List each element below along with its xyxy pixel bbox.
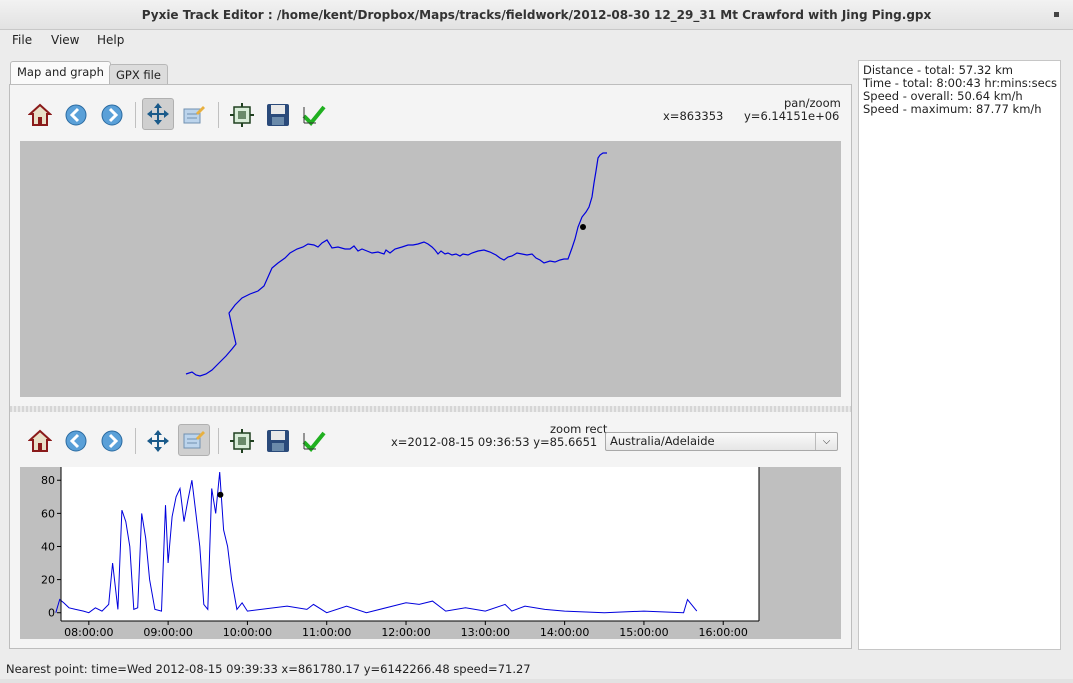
back-button[interactable]: [60, 425, 92, 457]
subplots-icon: [230, 103, 254, 127]
x-tick-label: 09:00:00: [143, 626, 192, 639]
speed-chart: 0 20 40 60 80 08:00:00 09:00:00 10:00:00 11:00:0…: [41, 467, 760, 639]
menu-view[interactable]: View: [51, 33, 79, 47]
tab-gpx-file[interactable]: GPX file: [109, 64, 168, 86]
y-tick-label: 60: [41, 507, 55, 520]
stat-speed-maximum: Speed - maximum: 87.77 km/h: [863, 102, 1042, 116]
y-tick-label: 0: [48, 607, 55, 620]
pan-button[interactable]: [142, 98, 174, 130]
map-x-readout: x=863353: [663, 109, 724, 123]
apply-button[interactable]: [298, 425, 330, 457]
checkmark-icon: [302, 431, 326, 452]
x-tick-label: 16:00:00: [699, 626, 748, 639]
move-icon: [147, 430, 169, 452]
home-icon: [28, 103, 52, 126]
toolbar-separator: [218, 428, 219, 454]
toolbar-separator: [135, 102, 136, 128]
window-title: Pyxie Track Editor : /home/kent/Dropbox/…: [141, 8, 932, 22]
tab-map-and-graph[interactable]: Map and graph: [10, 61, 111, 85]
arrow-right-icon: [101, 104, 123, 126]
home-icon: [28, 429, 52, 452]
floppy-disk-icon: [267, 104, 289, 126]
speed-graph-canvas[interactable]: 0 20 40 60 80 08:00:00 09:00:00 10:00:00 11:00:0…: [20, 467, 841, 639]
menu-help[interactable]: Help: [97, 33, 124, 47]
timezone-value: Australia/Adelaide: [610, 434, 715, 448]
window-close-icon[interactable]: [1054, 12, 1059, 17]
graph-readout: x=2012-08-15 09:36:53 y=85.6651: [391, 435, 598, 449]
status-bar: Nearest point: time=Wed 2012-08-15 09:39…: [6, 662, 531, 676]
x-tick-label: 14:00:00: [540, 626, 589, 639]
menu-file[interactable]: File: [12, 33, 32, 47]
zoom-rect-icon: [183, 431, 205, 449]
back-button[interactable]: [60, 99, 92, 131]
save-button[interactable]: [262, 99, 294, 131]
window-bottom-edge: [0, 679, 1073, 683]
subplots-icon: [230, 429, 254, 453]
arrow-right-icon: [101, 430, 123, 452]
current-point-marker: [217, 491, 224, 498]
forward-button[interactable]: [96, 425, 128, 457]
zoom-rect-button[interactable]: [178, 424, 210, 456]
chevron-down-icon: ⌵: [815, 433, 837, 450]
y-tick-label: 80: [41, 474, 55, 487]
x-tick-label: 12:00:00: [381, 626, 430, 639]
track-stats-panel: Distance - total: 57.32 km Time - total:…: [858, 60, 1061, 650]
pan-button[interactable]: [142, 425, 174, 457]
apply-button[interactable]: [298, 99, 330, 131]
y-tick-label: 40: [41, 540, 55, 553]
graph-mode-label: zoom rect: [550, 422, 608, 436]
map-canvas[interactable]: [20, 141, 841, 397]
map-mode-label: pan/zoom: [784, 96, 841, 110]
home-button[interactable]: [24, 425, 56, 457]
timezone-select[interactable]: Australia/Adelaide ⌵: [605, 432, 838, 451]
x-tick-label: 10:00:00: [223, 626, 272, 639]
toolbar-separator: [218, 102, 219, 128]
configure-subplots-button[interactable]: [226, 425, 258, 457]
map-y-readout: y=6.14151e+06: [744, 109, 840, 123]
arrow-left-icon: [65, 104, 87, 126]
move-icon: [147, 103, 169, 125]
menubar: File View Help: [0, 30, 1073, 52]
arrow-left-icon: [65, 430, 87, 452]
floppy-disk-icon: [267, 430, 289, 452]
x-tick-label: 11:00:00: [302, 626, 351, 639]
y-tick-label: 20: [41, 574, 55, 587]
zoom-rect-button[interactable]: [178, 99, 210, 131]
toolbar-separator: [135, 428, 136, 454]
panel-splitter[interactable]: [10, 406, 851, 412]
plot-area: [61, 467, 759, 621]
x-tick-label: 08:00:00: [64, 626, 113, 639]
x-tick-label: 15:00:00: [619, 626, 668, 639]
track-map: [185, 152, 607, 377]
checkmark-icon: [302, 105, 326, 126]
home-button[interactable]: [24, 99, 56, 131]
window-titlebar: Pyxie Track Editor : /home/kent/Dropbox/…: [0, 0, 1073, 30]
track-path: [185, 152, 607, 377]
forward-button[interactable]: [96, 99, 128, 131]
save-button[interactable]: [262, 425, 294, 457]
x-tick-label: 13:00:00: [461, 626, 510, 639]
configure-subplots-button[interactable]: [226, 99, 258, 131]
zoom-rect-icon: [183, 106, 205, 124]
current-point-marker: [580, 224, 586, 230]
